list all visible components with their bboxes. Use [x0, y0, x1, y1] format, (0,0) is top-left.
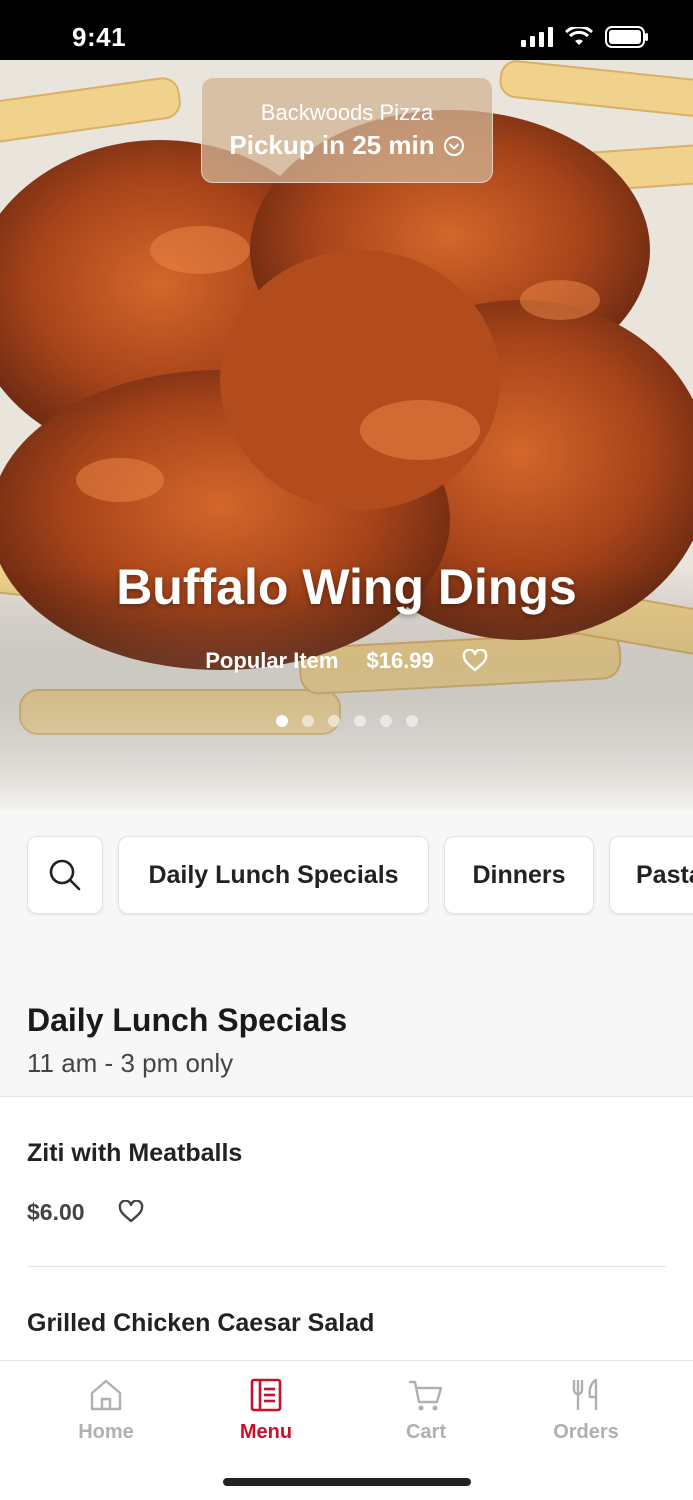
cart-icon — [408, 1380, 443, 1411]
home-icon — [90, 1379, 122, 1411]
battery-icon — [605, 26, 648, 48]
restaurant-name: Backwoods Pizza — [260, 100, 434, 125]
tab-cart[interactable]: Cart — [356, 1375, 496, 1444]
section-title: Daily Lunch Specials — [27, 1002, 348, 1038]
pickup-eta-label: Pickup in 25 min — [229, 130, 435, 160]
item-price: $6.00 — [27, 1199, 85, 1225]
tab-menu[interactable]: Menu — [196, 1375, 336, 1444]
carousel-dot[interactable] — [405, 715, 418, 727]
chevron-down-circle-icon — [443, 135, 464, 156]
category-chip-daily-lunch-specials[interactable]: Daily Lunch Specials — [118, 836, 429, 914]
popular-tag: Popular Item — [205, 648, 339, 673]
home-indicator[interactable] — [223, 1478, 471, 1486]
tab-label: Menu — [239, 1421, 293, 1443]
hero-price: $16.99 — [366, 648, 434, 673]
tab-label: Home — [78, 1421, 134, 1443]
hero-carousel[interactable]: 9:41 Backwoods Pizza Pickup in 25 min Bu… — [0, 0, 693, 810]
carousel-dot[interactable] — [275, 715, 288, 727]
fork-knife-icon — [572, 1378, 598, 1410]
item-name: Ziti with Meatballs — [27, 1139, 243, 1167]
search-button[interactable] — [27, 836, 103, 914]
cellular-signal-icon — [521, 27, 553, 47]
status-icons — [521, 26, 649, 48]
tab-label: Cart — [405, 1421, 446, 1443]
item-name: Grilled Chicken Caesar Salad — [27, 1309, 375, 1337]
category-chip-pasta[interactable]: Pasta — [609, 836, 693, 914]
tab-orders[interactable]: Orders — [516, 1375, 656, 1444]
pickup-banner[interactable]: Backwoods Pizza Pickup in 25 min — [201, 77, 493, 183]
status-time: 9:41 — [72, 22, 127, 52]
carousel-dot[interactable] — [301, 715, 314, 727]
section-subtitle: 11 am - 3 pm only — [27, 1048, 234, 1078]
tab-label: Orders — [553, 1421, 619, 1443]
hero-item-title[interactable]: Buffalo Wing Dings — [0, 558, 693, 616]
carousel-dot[interactable] — [327, 715, 340, 727]
tab-home[interactable]: Home — [36, 1375, 176, 1444]
category-chip-dinners[interactable]: Dinners — [444, 836, 594, 914]
pickup-eta: Pickup in 25 min — [202, 130, 492, 161]
heart-icon[interactable] — [462, 649, 488, 673]
menu-item-list: Ziti with Meatballs $6.00 Grilled Chicke… — [0, 1096, 693, 1360]
menu-book-icon — [250, 1378, 282, 1412]
wifi-icon — [565, 27, 593, 45]
hero-item-meta: Popular Item $16.99 — [0, 648, 693, 674]
category-chips: Daily Lunch Specials Dinners Pasta — [0, 836, 693, 916]
status-bar: 9:41 — [0, 0, 693, 78]
heart-icon[interactable] — [118, 1200, 144, 1224]
carousel-dots[interactable] — [0, 715, 693, 727]
carousel-dot[interactable] — [379, 715, 392, 727]
divider — [27, 1266, 666, 1267]
search-icon — [49, 859, 81, 891]
carousel-dot[interactable] — [353, 715, 366, 727]
